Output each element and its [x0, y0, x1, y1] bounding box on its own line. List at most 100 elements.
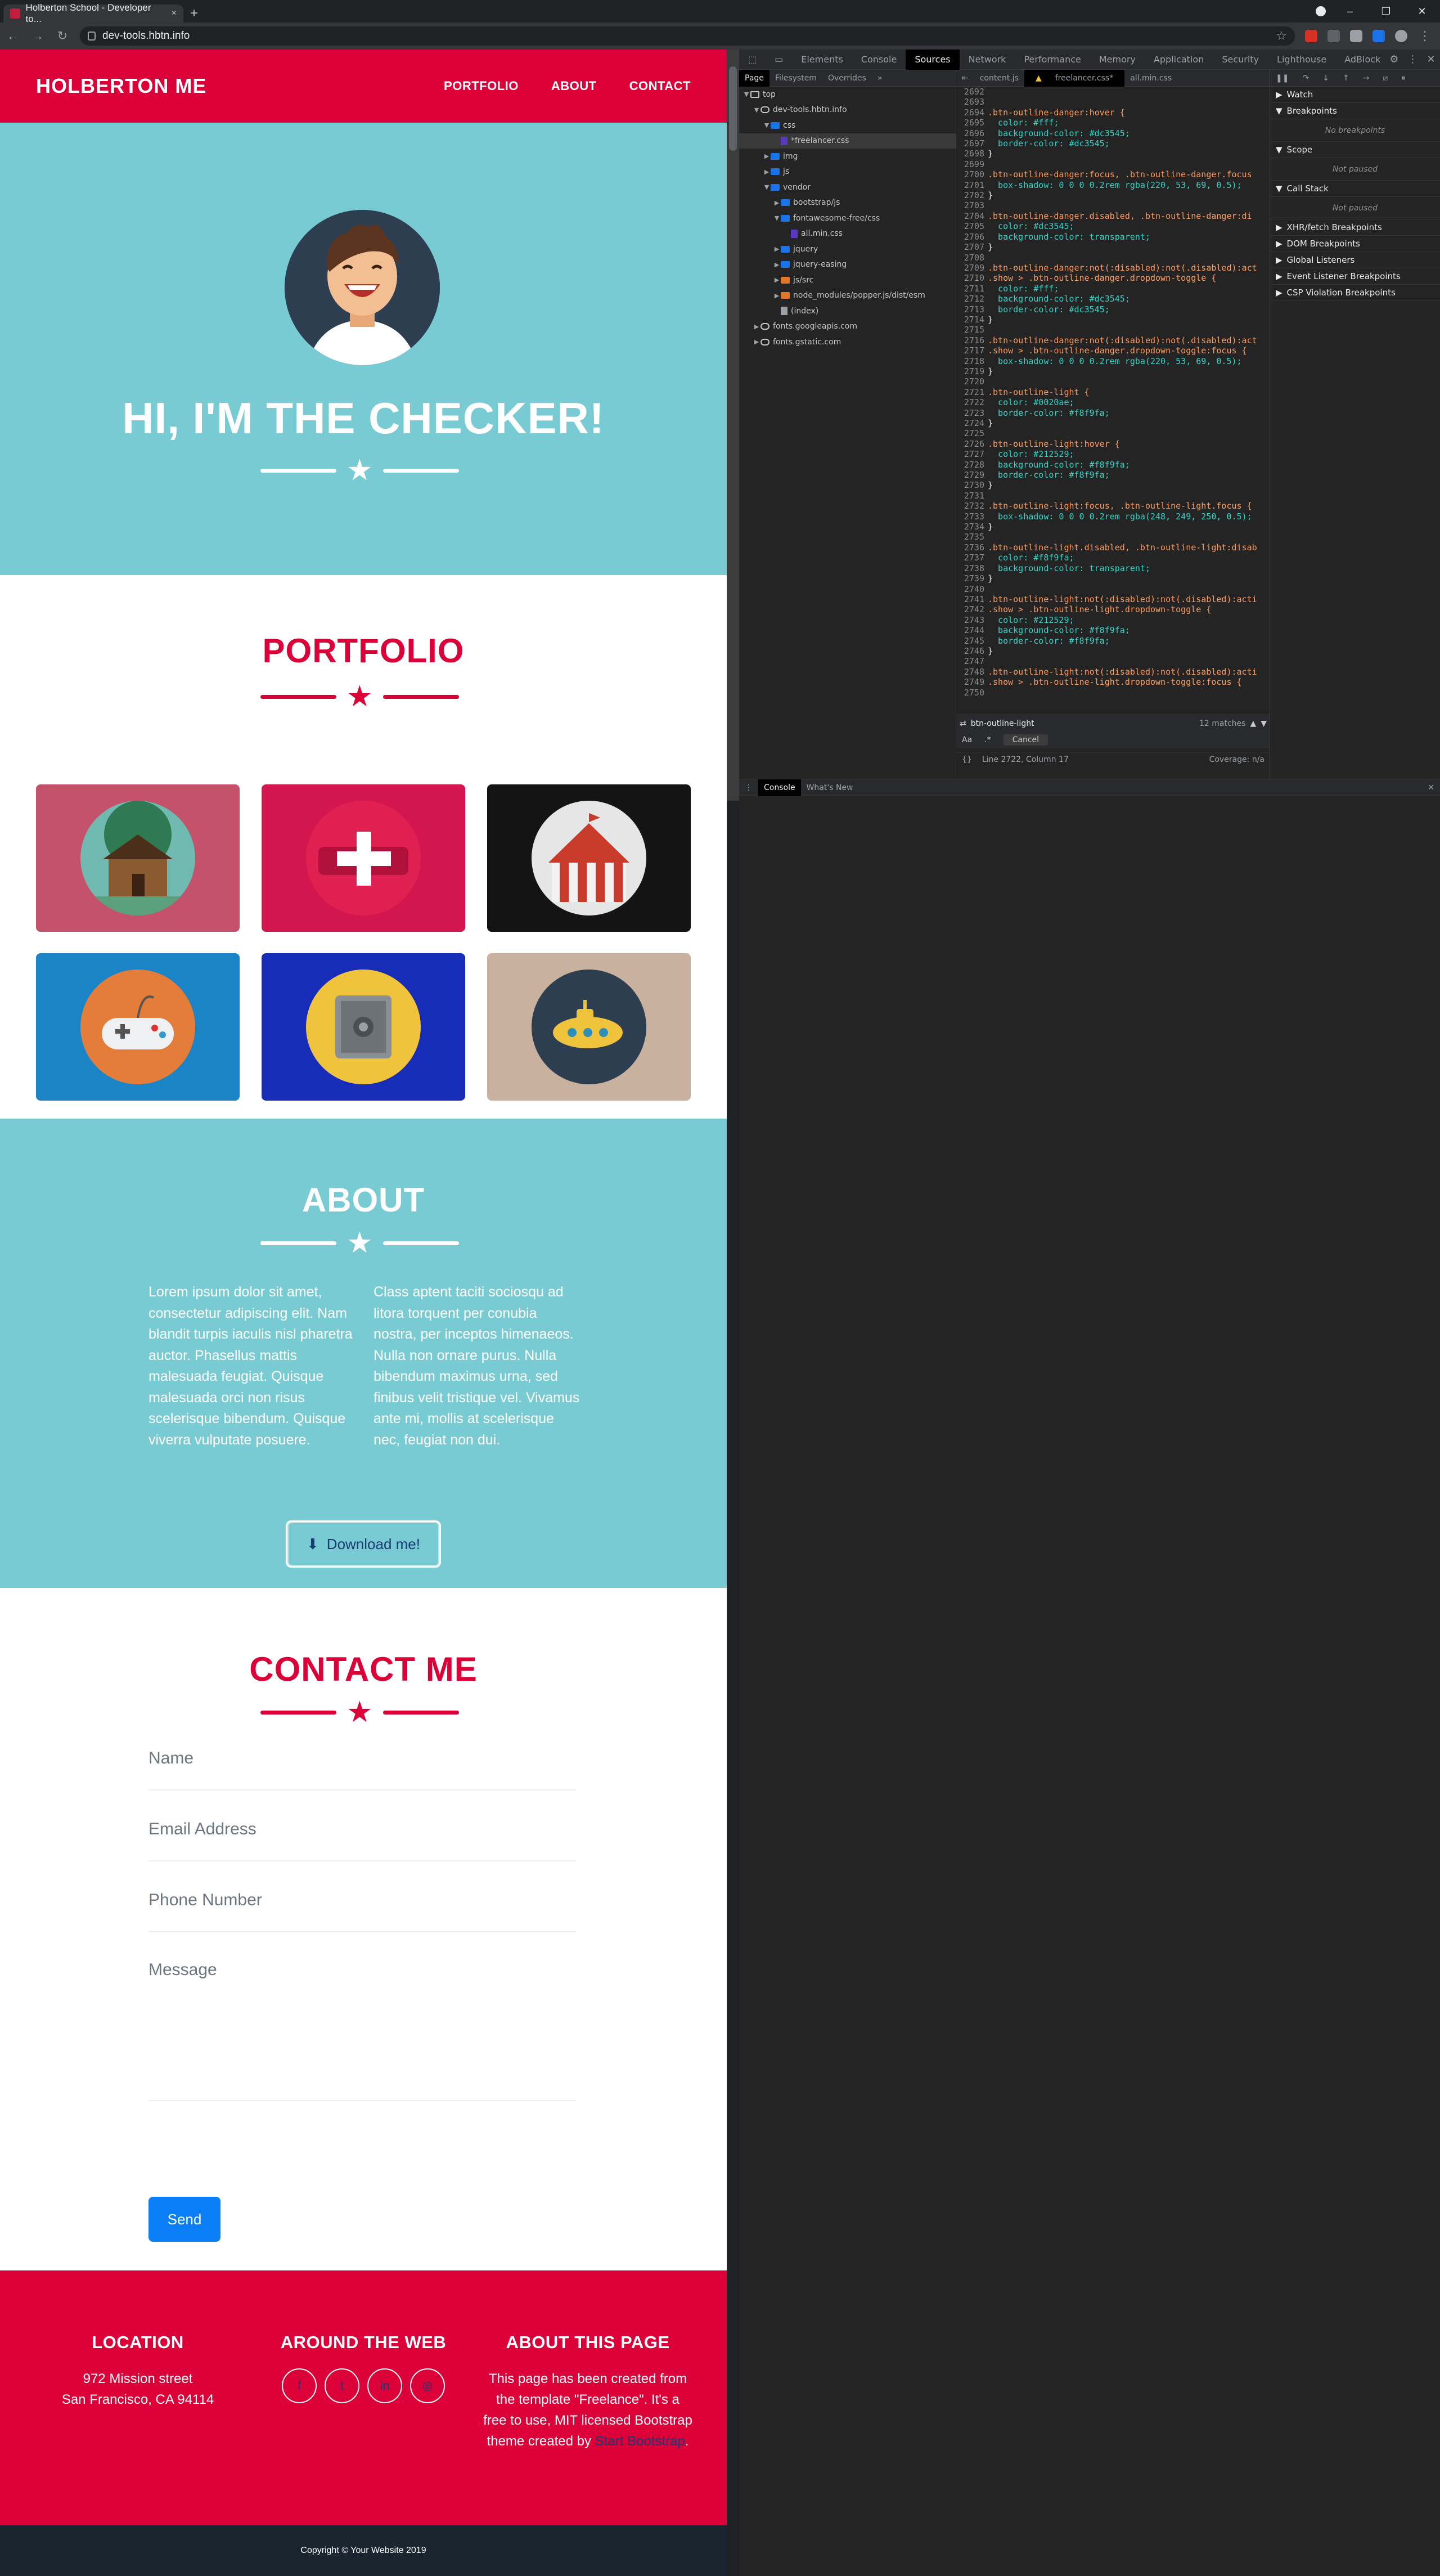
line-number[interactable]: 2743 — [956, 615, 988, 625]
drawer-menu-icon[interactable]: ⋮ — [739, 783, 758, 792]
portfolio-item[interactable] — [36, 784, 240, 932]
xhr-breakpoints-section[interactable]: ▶ XHR/fetch Breakpoints — [1270, 219, 1440, 236]
line-number[interactable]: 2726 — [956, 439, 988, 449]
tree-toggle-icon[interactable]: ▼ — [753, 106, 760, 114]
line-number[interactable]: 2709 — [956, 263, 988, 273]
line-number[interactable]: 2693 — [956, 97, 988, 107]
devtools-tab-memory[interactable]: Memory — [1090, 50, 1145, 70]
global-listeners-section[interactable]: ▶ Global Listeners — [1270, 252, 1440, 268]
line-number[interactable]: 2718 — [956, 356, 988, 366]
line-number[interactable]: 2695 — [956, 118, 988, 128]
profile-icon[interactable] — [1310, 0, 1332, 23]
new-tab-button[interactable]: + — [190, 5, 198, 23]
devtools-close-icon[interactable]: ✕ — [1426, 53, 1435, 65]
nav-about-link[interactable]: ABOUT — [551, 79, 597, 93]
tree-item[interactable]: ▶ js/src — [739, 272, 956, 288]
csp-violation-breakpoints-section[interactable]: ▶ CSP Violation Breakpoints — [1270, 285, 1440, 301]
search-next-icon[interactable]: ▼ — [1261, 719, 1267, 728]
tree-item[interactable]: ▼ vendor — [739, 179, 956, 195]
devtools-tab-security[interactable]: Security — [1213, 50, 1268, 70]
line-number[interactable]: 2698 — [956, 149, 988, 159]
step-into-icon[interactable]: ↓ — [1317, 74, 1335, 83]
line-number[interactable]: 2712 — [956, 294, 988, 304]
tree-toggle-icon[interactable]: ▶ — [763, 152, 771, 160]
line-number[interactable]: 2722 — [956, 397, 988, 407]
tree-toggle-icon[interactable]: ▶ — [753, 323, 760, 330]
page-scrollbar[interactable] — [727, 50, 739, 801]
tree-item[interactable]: all.min.css — [739, 226, 956, 242]
devtools-tab-application[interactable]: Application — [1145, 50, 1213, 70]
nav-contact-link[interactable]: CONTACT — [629, 79, 691, 93]
minimize-button[interactable]: – — [1332, 0, 1368, 23]
line-number[interactable]: 2748 — [956, 667, 988, 677]
tree-toggle-icon[interactable]: ▶ — [773, 292, 781, 299]
breakpoints-section[interactable]: ▼ Breakpoints — [1270, 103, 1440, 119]
tree-toggle-icon[interactable]: ▼ — [773, 214, 781, 222]
pretty-print-icon[interactable]: {} — [962, 755, 972, 764]
line-number[interactable]: 2738 — [956, 563, 988, 573]
search-cancel-button[interactable]: Cancel — [1003, 734, 1048, 746]
line-number[interactable]: 2694 — [956, 107, 988, 118]
tree-toggle-icon[interactable]: ▶ — [773, 245, 781, 253]
line-number[interactable]: 2699 — [956, 159, 988, 169]
tree-item[interactable]: ▶ js — [739, 164, 956, 180]
tree-item[interactable]: ▶ node_modules/popper.js/dist/esm — [739, 288, 956, 304]
tree-toggle-icon[interactable]: ▼ — [763, 122, 771, 129]
line-number[interactable]: 2715 — [956, 325, 988, 335]
line-number[interactable]: 2725 — [956, 428, 988, 438]
tree-item[interactable]: ▼ dev-tools.hbtn.info — [739, 102, 956, 118]
replace-toggle-icon[interactable]: ⇄ — [960, 719, 966, 728]
scrollbar-thumb[interactable] — [729, 66, 737, 151]
line-number[interactable]: 2707 — [956, 242, 988, 252]
line-number[interactable]: 2731 — [956, 491, 988, 501]
line-number[interactable]: 2724 — [956, 418, 988, 428]
device-toggle-icon[interactable]: ▭ — [766, 50, 792, 70]
line-number[interactable]: 2706 — [956, 232, 988, 242]
portfolio-item[interactable] — [487, 784, 691, 932]
line-number[interactable]: 2713 — [956, 304, 988, 315]
tree-item[interactable]: ▶ fonts.gstatic.com — [739, 334, 956, 350]
line-number[interactable]: 2736 — [956, 542, 988, 553]
line-number[interactable]: 2741 — [956, 594, 988, 604]
drawer-tab-console[interactable]: Console — [758, 779, 801, 796]
editor-tab-content-js[interactable]: content.js — [974, 74, 1024, 83]
tree-item[interactable]: ▶ jquery-easing — [739, 257, 956, 273]
tree-toggle-icon[interactable]: ▶ — [753, 338, 760, 345]
line-number[interactable]: 2742 — [956, 604, 988, 614]
nav-tab-page[interactable]: Page — [739, 69, 770, 87]
editor-tab-freelancer-css[interactable]: ▲ freelancer.css* — [1024, 70, 1125, 87]
tree-item[interactable]: (index) — [739, 303, 956, 319]
tree-item[interactable]: ▶ fonts.googleapis.com — [739, 319, 956, 335]
dom-breakpoints-section[interactable]: ▶ DOM Breakpoints — [1270, 236, 1440, 252]
portfolio-item[interactable] — [262, 784, 465, 932]
tree-toggle-icon[interactable]: ▼ — [742, 91, 750, 98]
nav-tab-overrides[interactable]: Overrides — [822, 74, 872, 83]
tree-item[interactable]: ▶ bootstrap/js — [739, 195, 956, 211]
line-number[interactable]: 2703 — [956, 200, 988, 210]
dribbble-icon[interactable]: ◎ — [410, 2368, 445, 2403]
line-number[interactable]: 2734 — [956, 522, 988, 532]
tree-item[interactable]: ▼ top — [739, 87, 956, 102]
line-number[interactable]: 2727 — [956, 449, 988, 459]
devtools-tab-console[interactable]: Console — [852, 50, 906, 70]
line-number[interactable]: 2735 — [956, 532, 988, 542]
step-out-icon[interactable]: ↑ — [1337, 74, 1355, 83]
line-number[interactable]: 2711 — [956, 284, 988, 294]
facebook-icon[interactable]: f — [282, 2368, 317, 2403]
extensions-puzzle-icon[interactable] — [1350, 30, 1362, 42]
back-icon[interactable]: ← — [6, 29, 20, 43]
line-number[interactable]: 2721 — [956, 387, 988, 397]
message-field[interactable]: Message — [148, 1946, 576, 2101]
send-button[interactable]: Send — [148, 2197, 220, 2242]
line-number[interactable]: 2729 — [956, 470, 988, 480]
tree-toggle-icon[interactable]: ▶ — [773, 261, 781, 268]
twitter-icon[interactable]: t — [325, 2368, 359, 2403]
tree-item[interactable]: ▶ jquery — [739, 241, 956, 257]
line-number[interactable]: 2749 — [956, 677, 988, 687]
profile-avatar-icon[interactable] — [1395, 30, 1407, 42]
tree-toggle-icon[interactable]: ▼ — [763, 183, 771, 191]
line-number[interactable]: 2730 — [956, 480, 988, 490]
watch-section[interactable]: ▶ Watch — [1270, 87, 1440, 103]
nav-tab-filesystem[interactable]: Filesystem — [770, 74, 822, 83]
browser-menu-icon[interactable]: ⋮ — [1418, 29, 1432, 43]
